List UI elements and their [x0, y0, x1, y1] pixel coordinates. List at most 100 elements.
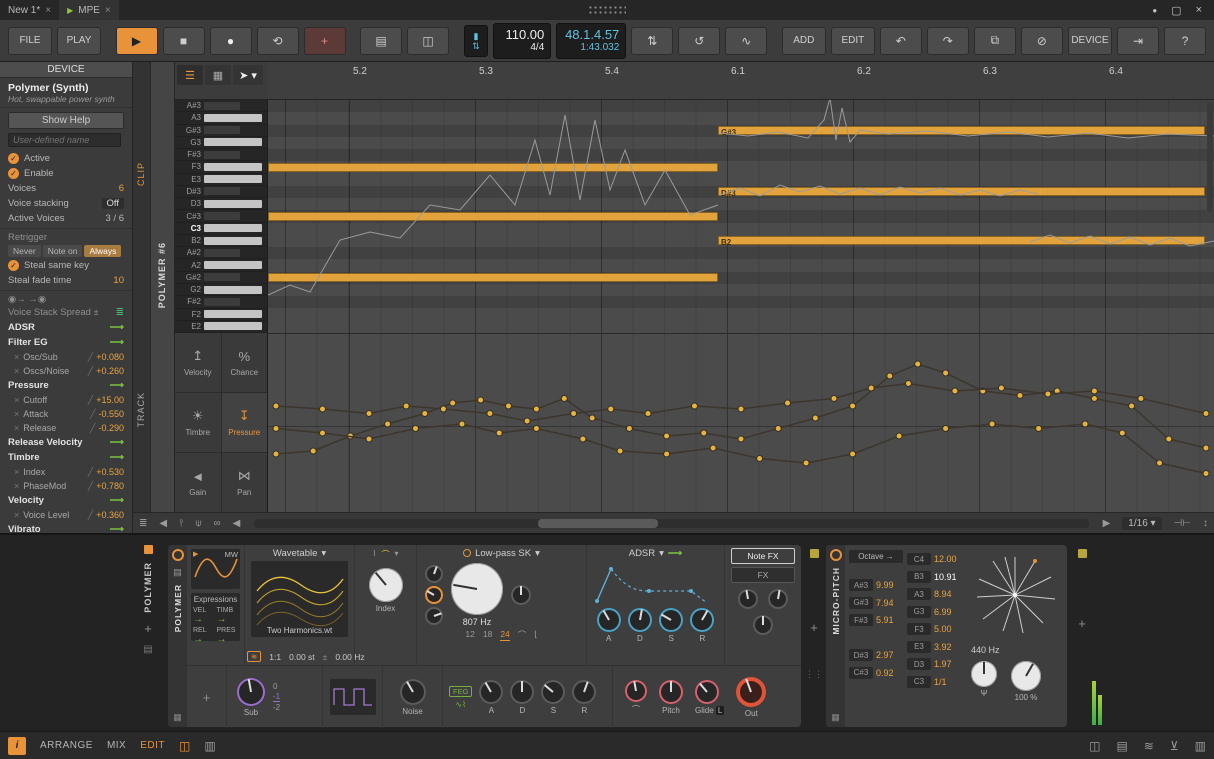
mixer-panel-toggle-icon[interactable]: ▥ — [204, 739, 215, 753]
lane-timbre-button[interactable]: ☀Timbre — [175, 393, 221, 452]
wavetable-file-name[interactable]: Two Harmonics.wt — [251, 626, 348, 635]
active-checkbox-icon[interactable]: ✓ — [8, 153, 19, 164]
voice-stacking-value[interactable]: Off — [102, 198, 125, 209]
voice-stack-spread-row[interactable]: Voice Stack Spread ± ≣ — [0, 305, 132, 320]
automation-panel-icon[interactable]: ≋ — [1144, 739, 1154, 753]
mod-target-value[interactable]: +0.360 — [96, 510, 124, 520]
piano-key-C#3[interactable]: C#3 — [175, 210, 267, 222]
micropitch-note-E3[interactable]: E33.92 — [907, 639, 965, 655]
cancel-button[interactable]: ⊘ — [1021, 27, 1063, 55]
velocity-curve-knob[interactable] — [625, 680, 647, 702]
retrigger-noteon[interactable]: Note on — [43, 245, 83, 257]
micropitch-note-A#3[interactable]: A#39.99 — [849, 577, 907, 593]
grid-snap-select[interactable]: 1/16 ▾ — [1122, 517, 1161, 530]
pointer-tool-button[interactable]: ➤ ▾ — [233, 65, 263, 85]
sub-level-knob[interactable] — [237, 678, 265, 706]
view-mix-button[interactable]: MIX — [107, 740, 126, 751]
micropitch-note-B3[interactable]: B310.91 — [907, 569, 965, 585]
piano-key-C3[interactable]: C3 — [175, 223, 267, 235]
lane-velocity-button[interactable]: ↥Velocity — [175, 333, 221, 392]
remote-controls-icon[interactable]: ▦ — [173, 712, 182, 723]
oscillator-display[interactable]: ▶ MW — [191, 549, 240, 589]
follow-playback-button[interactable]: ⇥ — [1117, 27, 1159, 55]
add-device-icon[interactable]: + — [144, 621, 152, 636]
polymer-device-tab[interactable]: ▤ POLYMER ▦ — [168, 545, 187, 727]
micropitch-note-C3[interactable]: C31/1 — [907, 674, 965, 690]
view-arrange-button[interactable]: ARRANGE — [40, 740, 93, 751]
piano-key-G#3[interactable]: G#3 — [175, 125, 267, 137]
reference-pitch-value[interactable]: 440 Hz — [971, 645, 1000, 655]
close-tab-icon[interactable]: × — [105, 5, 111, 16]
tuning-mode-select[interactable]: Octave → — [849, 550, 903, 563]
filter-keytrack-knob[interactable] — [425, 586, 443, 604]
mod-target-value[interactable]: +15.00 — [96, 395, 124, 405]
envelope-display[interactable] — [591, 561, 721, 605]
pressure-expression-graph[interactable] — [268, 333, 1214, 512]
stack-layers-icon[interactable]: ≣ — [116, 307, 124, 318]
amount-value[interactable]: 100 % — [1011, 693, 1041, 702]
expressions-box[interactable]: Expressions VEL → TIMB → REL → PRES → — [191, 593, 240, 641]
feg-badge[interactable]: FEG — [449, 686, 472, 697]
filter-cutoff-knob[interactable] — [451, 563, 503, 615]
device-color-chip[interactable] — [1078, 549, 1087, 558]
project-tab-new1[interactable]: New 1* × — [0, 0, 59, 20]
pres-tag[interactable]: PRES → — [217, 627, 239, 645]
wavetable-index-knob[interactable] — [369, 568, 403, 602]
detune-hz-value[interactable]: 0.00 Hz — [335, 652, 364, 662]
slope-12-button[interactable]: 12 — [465, 629, 474, 641]
track-mode-tab[interactable]: TRACK — [136, 392, 146, 428]
amp-release-knob[interactable] — [690, 608, 714, 632]
song-position-value[interactable]: 48.1.4.57 — [565, 28, 619, 42]
record-button[interactable]: ● — [210, 27, 252, 55]
browser-panel-icon[interactable]: ◫ — [1089, 739, 1100, 753]
sub-octave-0[interactable]: 0 — [273, 682, 280, 691]
drag-handle-icon[interactable]: ⋮⋮ — [805, 669, 823, 680]
piano-key-D3[interactable]: D3 — [175, 198, 267, 210]
steal-fade-value[interactable]: 10 — [113, 275, 124, 286]
piano-key-B2[interactable]: B2 — [175, 235, 267, 247]
add-oscillator-button[interactable]: + — [203, 690, 211, 705]
piano-key-E2[interactable]: E2 — [175, 321, 267, 333]
close-tab-icon[interactable]: × — [45, 5, 51, 16]
mod-amount-icon[interactable]: ⌒ — [381, 549, 389, 560]
show-help-button[interactable]: Show Help — [8, 112, 124, 129]
output-level-knob[interactable] — [736, 677, 766, 707]
audition-icon[interactable]: ⫯ — [173, 518, 189, 529]
undo-button[interactable]: ↶ — [880, 27, 922, 55]
sync-badge[interactable]: ≋ — [247, 651, 261, 662]
sub-octave-minus2[interactable]: -2 — [273, 703, 280, 712]
info-button[interactable]: i — [8, 737, 26, 755]
filter-resonance-knob[interactable] — [511, 585, 531, 605]
keyboard-icon[interactable]: ▤ — [143, 644, 152, 655]
groove-display[interactable]: ▮ ⇅ — [464, 25, 489, 57]
piano-key-G#2[interactable]: G#2 — [175, 272, 267, 284]
mod-target-value[interactable]: +0.530 — [96, 467, 124, 477]
inspector-panel-icon[interactable]: ▤ — [1116, 739, 1127, 753]
vertical-scrollbar[interactable] — [1207, 102, 1213, 212]
song-time-value[interactable]: 1:43.032 — [580, 42, 619, 53]
piano-key-F2[interactable]: F2 — [175, 309, 267, 321]
piano-key-G3[interactable]: G3 — [175, 137, 267, 149]
piano-key-A#2[interactable]: A#2 — [175, 247, 267, 259]
grid-view-button[interactable]: ▦ — [205, 65, 231, 85]
micropitch-note-F3[interactable]: F35.00 — [907, 621, 965, 637]
mod-target-value[interactable]: -0.550 — [98, 409, 124, 419]
zoom-h-icon[interactable]: ⊣⊢ — [1168, 518, 1197, 529]
wavetable-selector[interactable]: Wavetable ▾ — [245, 545, 354, 561]
wavetable-display[interactable]: Two Harmonics.wt — [251, 561, 348, 637]
time-signature-value[interactable]: 4/4 — [530, 42, 544, 53]
micropitch-note-D3[interactable]: D31.97 — [907, 656, 965, 672]
insert-device-button[interactable]: + — [810, 620, 818, 635]
mic-icon[interactable]: ⍦ — [189, 518, 207, 529]
micropitch-note-F#3[interactable]: F#35.91 — [849, 612, 907, 628]
device-power-icon[interactable] — [172, 549, 184, 561]
view-edit-button[interactable]: EDIT — [140, 740, 165, 751]
mod-send-knob-1[interactable] — [738, 589, 758, 609]
track-color-swatch[interactable] — [144, 545, 153, 554]
clip-mode-tab[interactable]: CLIP — [136, 162, 146, 186]
timeline-ruler[interactable]: 5.25.35.46.16.26.36.4 — [268, 62, 1214, 100]
piano-key-F#3[interactable]: F#3 — [175, 149, 267, 161]
device-rename-input[interactable] — [8, 133, 121, 147]
active-toggle-row[interactable]: ✓Active — [0, 151, 132, 166]
slope-24-button[interactable]: 24 — [500, 629, 509, 641]
